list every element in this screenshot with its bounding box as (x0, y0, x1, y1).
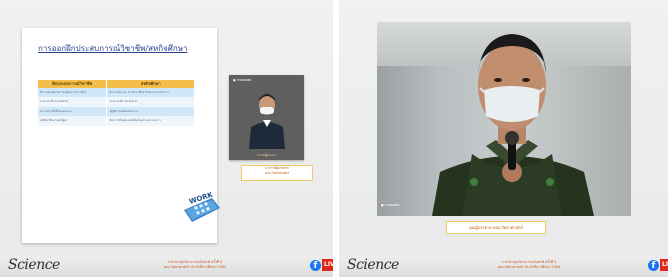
speaker-caption-box: อาจารย์ผู้บรรยาย คณะวิทยาศาสตร์ (241, 165, 313, 181)
presenter-figure (249, 94, 285, 149)
science-logo: Science (347, 257, 399, 273)
table-header-cell: ฝึกประสบการณ์วิชาชีพ (38, 80, 107, 88)
facebook-icon[interactable]: f (648, 260, 659, 271)
speaker-caption: คุณผู้บรรยาย คณะวิทยาศาสตร์ (469, 225, 523, 230)
footer-event-text: การประชุมวิชาการระดับชาติ ครั้งที่ 4 คณะ… (434, 260, 624, 270)
live-badge: LIVE (322, 259, 333, 271)
table-header-row: ฝึกประสบการณ์วิชาชีพ สหกิจศึกษา (38, 80, 194, 88)
live-badge: LIVE (660, 259, 668, 271)
footer-line2: คณะวิทยาศาสตร์ ประจำปีการศึกษา 2564 (497, 265, 561, 269)
science-logo: Science (8, 257, 60, 273)
table-cell: ปฏิบัติงานเสมือนพนักงาน (106, 106, 194, 117)
footer-event-text: การประชุมวิชาการระดับชาติ ครั้งที่ 4 คณะ… (100, 260, 290, 270)
table-cell: ระยะเวลาฝึก 16 สัปดาห์ (106, 97, 194, 107)
table-row: นักศึกษาฝึกตามหลักสูตร มีอาจารย์นิเทศและ… (38, 116, 194, 126)
pip-name-label: อาจารย์ผู้บรรยาย (256, 154, 277, 157)
presentation-slide: การออกฝึกประสบการณ์วิชาชีพ/สหกิจศึกษา ฝึ… (22, 28, 220, 243)
live-indicator-label: ● ถ่ายทอดสด (381, 203, 400, 207)
comparison-table: ฝึกประสบการณ์วิชาชีพ สหกิจศึกษา ฝึกงานต่… (38, 80, 194, 126)
table-cell: ระยะเวลาฝึก 6-8 สัปดาห์ (38, 97, 107, 107)
footer-bar: Science การประชุมวิชาการระดับชาติ ครั้งท… (339, 255, 668, 277)
speaker-caption-box: คุณผู้บรรยาย คณะวิทยาศาสตร์ (446, 221, 546, 234)
right-stream-frame: ● ถ่ายทอดสด คุณผู้บรรยาย คณะวิทยาศาสตร์ … (339, 0, 668, 277)
table-cell: นักศึกษาฝึกตามหลักสูตร (38, 116, 107, 126)
live-indicator-label: ● ถ่ายทอดสด (233, 78, 252, 82)
table-cell: ฝึกงานต่อเนื่องในภาคฤดูร้อนระหว่างชั้นปี (38, 87, 107, 98)
speaker-caption-line2: คณะวิทยาศาสตร์ (265, 171, 289, 175)
work-keyboard-icon: WORK (184, 192, 220, 222)
footer-line2: คณะวิทยาศาสตร์ ประจำปีการศึกษา 2564 (163, 265, 227, 269)
presenter-pip-video: ● ถ่ายทอดสด อาจารย์ผู้บรรยาย (229, 75, 304, 160)
table-cell: ทำงานตามที่ได้รับมอบหมาย (38, 106, 107, 117)
speaker-figure (432, 34, 594, 216)
table-header-cell: สหกิจศึกษา (106, 80, 194, 88)
table-row: ระยะเวลาฝึก 6-8 สัปดาห์ ระยะเวลาฝึก 16 ส… (38, 97, 194, 107)
table-row: ฝึกงานต่อเนื่องในภาคฤดูร้อนระหว่างชั้นปี… (38, 87, 194, 98)
footer-bar: Science การประชุมวิชาการระดับชาติ ครั้งท… (0, 255, 333, 277)
facebook-icon[interactable]: f (310, 260, 321, 271)
speaker-video: ● ถ่ายทอดสด (377, 22, 631, 216)
table-cell: ฝึกงานเต็มเวลา 1 ภาคการศึกษาในสถานประกอบ… (106, 87, 194, 98)
table-cell: มีอาจารย์นิเทศและพี่เลี้ยงในสถานประกอบกา… (106, 116, 194, 126)
table-row: ทำงานตามที่ได้รับมอบหมาย ปฏิบัติงานเสมือ… (38, 106, 194, 117)
slide-title: การออกฝึกประสบการณ์วิชาชีพ/สหกิจศึกษา (38, 44, 188, 53)
left-stream-frame: การออกฝึกประสบการณ์วิชาชีพ/สหกิจศึกษา ฝึ… (0, 0, 333, 277)
